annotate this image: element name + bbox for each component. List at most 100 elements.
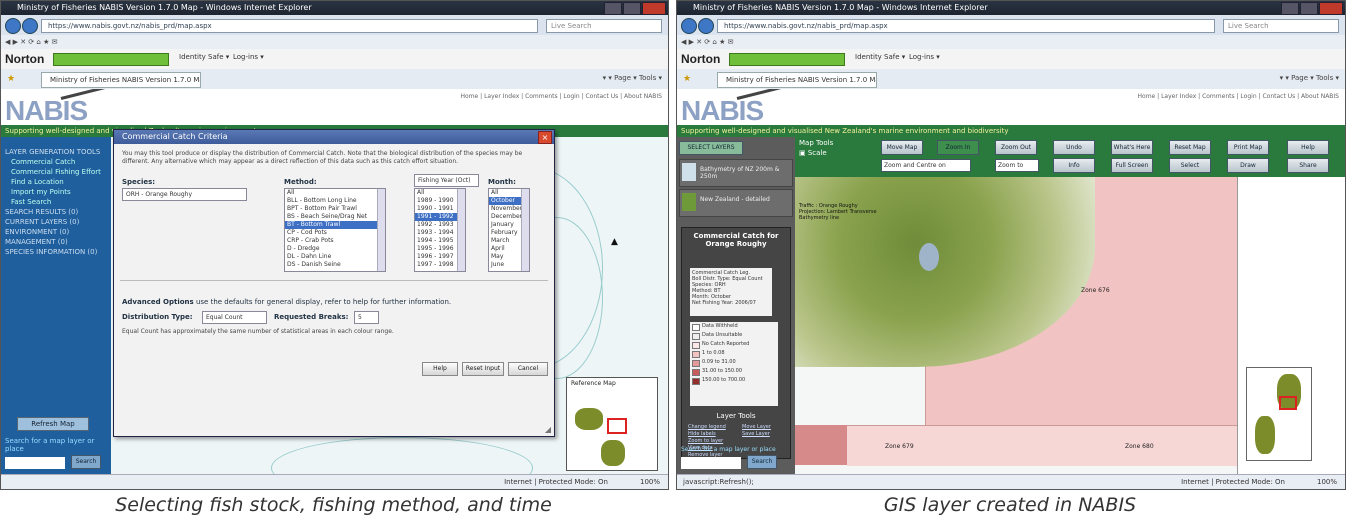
close-window-button[interactable]	[1319, 2, 1343, 15]
reset-map-button[interactable]: Reset Map	[1169, 140, 1211, 155]
help-button[interactable]: Help	[1287, 140, 1329, 155]
whats-here-button[interactable]: What's Here	[1111, 140, 1153, 155]
favorites-star-icon[interactable]: ★	[7, 74, 15, 84]
method-option[interactable]: D - Dredge	[285, 245, 385, 253]
norton-logins[interactable]: Log-ins ▾	[233, 53, 264, 61]
refresh-map-button[interactable]: Refresh Map	[17, 417, 89, 431]
layer-item-bathymetry[interactable]: Bathymetry of NZ 200m & 250m	[679, 159, 793, 187]
forward-icon[interactable]	[22, 18, 38, 34]
layer-item-nz-detailed[interactable]: New Zealand - detailed	[679, 189, 793, 217]
minimize-button[interactable]	[604, 2, 622, 15]
forward-icon[interactable]	[698, 18, 714, 34]
back-icon[interactable]	[681, 18, 697, 34]
species-select[interactable]: ORH - Orange Roughy	[122, 188, 247, 201]
resize-grip-icon[interactable]: ◢	[545, 425, 551, 434]
browser-tab[interactable]: Ministry of Fisheries NABIS Version 1.7.…	[41, 72, 201, 88]
top-links[interactable]: Home | Layer Index | Comments | Login | …	[461, 93, 662, 100]
window-controls[interactable]	[1281, 2, 1343, 15]
print-map-button[interactable]: Print Map	[1227, 140, 1269, 155]
fishing-year-list[interactable]: All 1989 - 1990 1990 - 1991 1991 - 1992 1992…	[414, 188, 466, 272]
sidebar-item-search-results[interactable]: SEARCH RESULTS (0)	[1, 207, 111, 217]
full-screen-button[interactable]: Full Screen	[1111, 158, 1153, 173]
method-option[interactable]: CRP - Crab Pots	[285, 237, 385, 245]
reference-minimap[interactable]	[1246, 367, 1312, 461]
maximize-button[interactable]	[623, 2, 641, 15]
search-link[interactable]: Search for a map layer or place	[5, 437, 111, 453]
share-button[interactable]: Share	[1287, 158, 1329, 173]
sidebar-item-layer-generation[interactable]: LAYER GENERATION TOOLS	[1, 147, 111, 157]
zoom-out-button[interactable]: Zoom Out	[995, 140, 1037, 155]
browser-search[interactable]: Live Search	[546, 19, 662, 33]
search-input[interactable]	[681, 457, 741, 469]
back-icon[interactable]	[5, 18, 21, 34]
sidebar-item-environment[interactable]: ENVIRONMENT (0)	[1, 227, 111, 237]
map-view[interactable]: Traffic : Orange Roughy Projection: Lamb…	[795, 177, 1345, 475]
address-bar[interactable]: https://www.nabis.govt.nz/nabis_prd/map.…	[717, 19, 1215, 33]
change-legend-link[interactable]: Change legend	[688, 424, 726, 430]
year-scrollbar[interactable]	[457, 189, 465, 271]
browser-search[interactable]: Live Search	[1223, 19, 1339, 33]
sidebar-item-fishing-effort[interactable]: Commercial Fishing Effort	[1, 167, 111, 177]
sidebar-item-species-information[interactable]: SPECIES INFORMATION (0)	[1, 247, 111, 257]
close-window-button[interactable]	[642, 2, 666, 15]
breaks-select[interactable]: 5	[354, 311, 379, 324]
undo-button[interactable]: Undo	[1053, 140, 1095, 155]
fishing-year-select[interactable]: Fishing Year (Oct)	[414, 174, 479, 187]
save-layer-link[interactable]: Save Layer	[742, 431, 770, 437]
browser-tab[interactable]: Ministry of Fisheries NABIS Version 1.7.…	[717, 72, 877, 88]
page-tools[interactable]: ▾ ▾ Page ▾ Tools ▾	[603, 74, 662, 82]
search-link[interactable]: Search for a map layer or place	[681, 446, 776, 453]
reference-minimap[interactable]: Reference Map	[566, 377, 658, 471]
draw-button[interactable]: Draw	[1227, 158, 1269, 173]
select-layers-button[interactable]: SELECT LAYERS	[679, 141, 743, 155]
method-option[interactable]: BT - Bottom Trawl	[285, 221, 385, 229]
sidebar-item-management[interactable]: MANAGEMENT (0)	[1, 237, 111, 247]
cancel-button[interactable]: Cancel	[508, 362, 548, 376]
month-scrollbar[interactable]	[521, 189, 529, 271]
norton-logins[interactable]: Log-ins ▾	[909, 53, 940, 61]
distribution-select[interactable]: Equal Count	[202, 311, 267, 324]
favorites-star-icon[interactable]: ★	[683, 74, 691, 84]
window-controls[interactable]	[604, 2, 666, 15]
method-option[interactable]: DS - Danish Seine	[285, 261, 385, 269]
method-scrollbar[interactable]	[377, 189, 385, 271]
maximize-button[interactable]	[1300, 2, 1318, 15]
reset-input-button[interactable]: Reset Input	[462, 362, 504, 376]
page-tools[interactable]: ▾ ▾ Page ▾ Tools ▾	[1280, 74, 1339, 82]
hide-labels-link[interactable]: Hide labels	[688, 431, 716, 437]
method-option[interactable]: CP - Cod Pots	[285, 229, 385, 237]
method-list[interactable]: All BLL - Bottom Long Line BPT - Bottom Pa…	[284, 188, 386, 272]
info-button[interactable]: Info	[1053, 158, 1095, 173]
dialog-close-icon[interactable]: ×	[538, 131, 552, 144]
sidebar-item-fast-search[interactable]: Fast Search	[1, 197, 111, 207]
norton-identity-safe[interactable]: Identity Safe ▾	[179, 53, 229, 61]
sidebar-item-current-layers[interactable]: CURRENT LAYERS (0)	[1, 217, 111, 227]
zoom-level[interactable]: 100%	[640, 475, 660, 489]
norton-identity-safe[interactable]: Identity Safe ▾	[855, 53, 905, 61]
sidebar-item-find-location[interactable]: Find a Location	[1, 177, 111, 187]
depth-contour	[271, 437, 533, 475]
top-links[interactable]: Home | Layer Index | Comments | Login | …	[1138, 93, 1339, 100]
zoom-level[interactable]: 100%	[1317, 475, 1337, 489]
search-go-button[interactable]: Search	[71, 455, 101, 469]
zoom-in-button[interactable]: Zoom In	[937, 140, 979, 155]
month-list[interactable]: All October November December January Februar…	[488, 188, 530, 272]
select-button[interactable]: Select	[1169, 158, 1211, 173]
move-layer-link[interactable]: Move Layer	[742, 424, 771, 430]
method-option[interactable]: BS - Beach Seine/Drag Net	[285, 213, 385, 221]
sidebar-item-commercial-catch[interactable]: Commercial Catch	[1, 157, 111, 167]
search-go-button[interactable]: Search	[747, 455, 777, 469]
search-input[interactable]	[5, 457, 65, 469]
locate-select[interactable]: Zoom and Centre on	[881, 159, 971, 172]
move-map-button[interactable]: Move Map	[881, 140, 923, 155]
help-button[interactable]: Help	[422, 362, 458, 376]
method-option[interactable]: BLL - Bottom Long Line	[285, 197, 385, 205]
sidebar-item-import-points[interactable]: Import my Points	[1, 187, 111, 197]
method-option[interactable]: DL - Dahn Line	[285, 253, 385, 261]
method-option[interactable]: All	[285, 189, 385, 197]
minimize-button[interactable]	[1281, 2, 1299, 15]
address-bar[interactable]: https://www.nabis.govt.nz/nabis_prd/map.…	[41, 19, 538, 33]
method-option[interactable]: BPT - Bottom Pair Trawl	[285, 205, 385, 213]
zoom-to-layer-link[interactable]: Zoom to layer	[688, 438, 723, 444]
zoom-to-select[interactable]: Zoom to	[995, 159, 1039, 172]
